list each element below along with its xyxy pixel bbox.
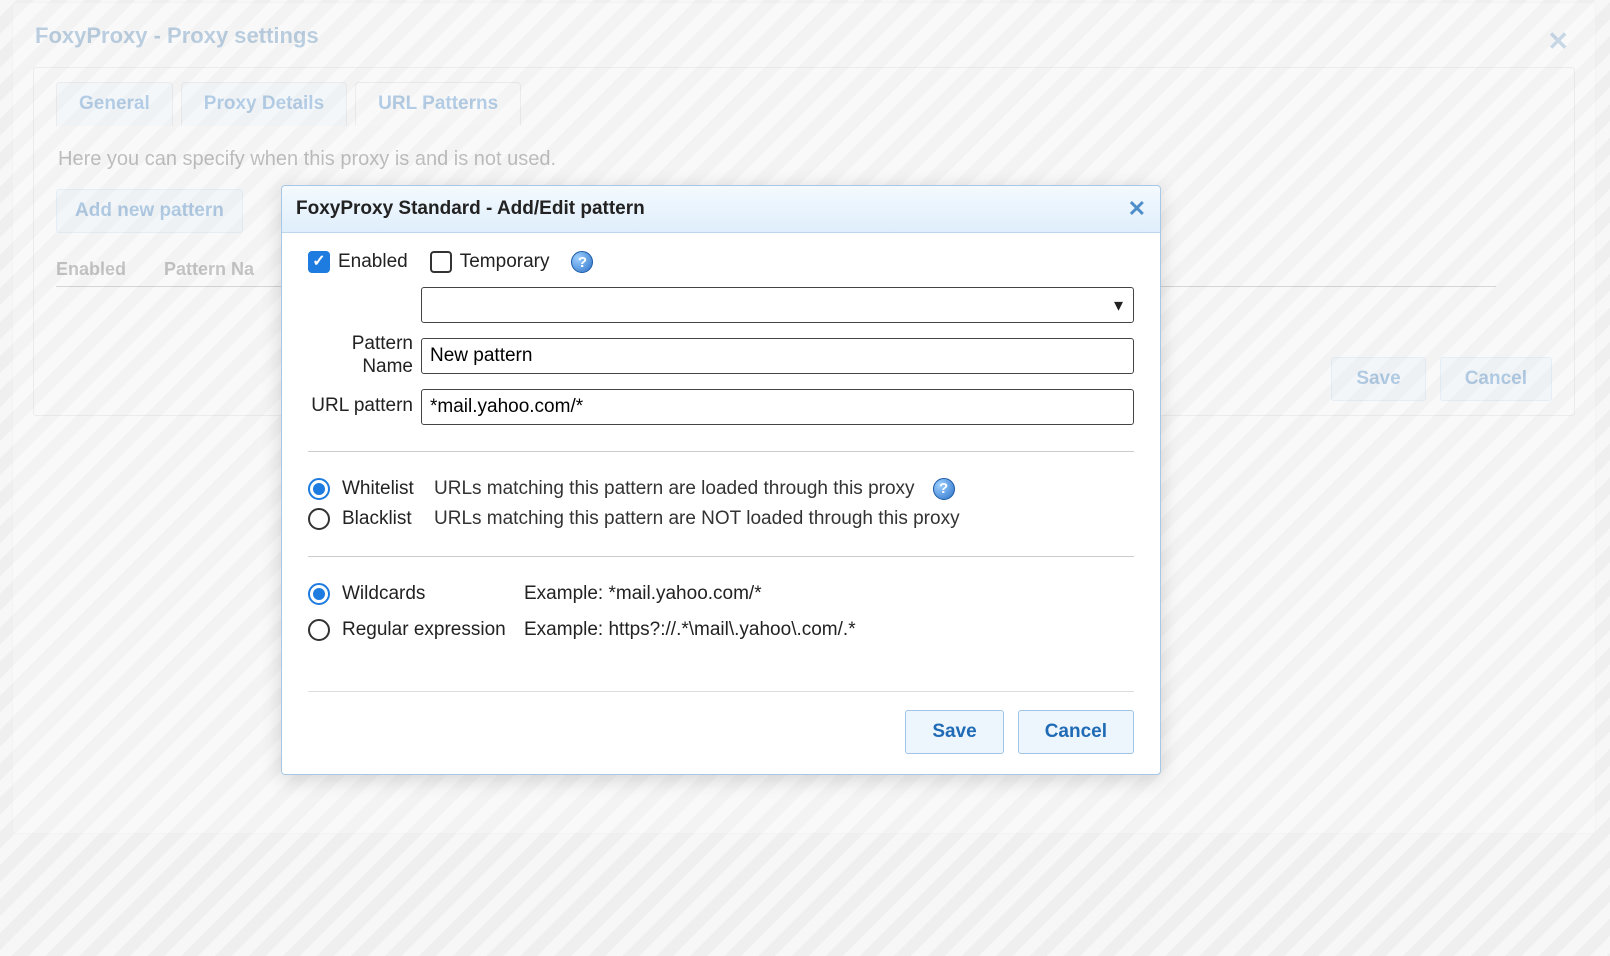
tab-general[interactable]: General — [56, 82, 173, 126]
regex-example: Example: https?://.*\mail\.yahoo\.com/.* — [524, 619, 1134, 641]
url-pattern-label: URL pattern — [308, 395, 413, 418]
url-pattern-input[interactable] — [421, 389, 1134, 425]
modal-title: FoxyProxy Standard - Add/Edit pattern — [296, 198, 645, 220]
add-edit-pattern-dialog: FoxyProxy Standard - Add/Edit pattern ✕ … — [281, 185, 1161, 775]
whitelist-description: URLs matching this pattern are loaded th… — [434, 478, 915, 500]
save-button[interactable]: Save — [905, 710, 1003, 754]
regex-label: Regular expression — [342, 619, 506, 641]
dialog-title: FoxyProxy - Proxy settings — [33, 15, 319, 67]
wildcards-label: Wildcards — [342, 583, 425, 605]
bg-cancel-button[interactable]: Cancel — [1440, 357, 1552, 401]
wildcards-radio[interactable] — [308, 583, 330, 605]
cancel-button[interactable]: Cancel — [1018, 710, 1134, 754]
blacklist-description: URLs matching this pattern are NOT loade… — [434, 508, 960, 530]
help-icon[interactable]: ? — [571, 251, 593, 273]
blacklist-label: Blacklist — [342, 508, 422, 530]
tab-proxy-details[interactable]: Proxy Details — [181, 82, 347, 126]
temporary-label: Temporary — [460, 251, 550, 273]
pattern-name-input[interactable] — [421, 338, 1134, 374]
tab-url-patterns[interactable]: URL Patterns — [355, 82, 521, 126]
temporary-checkbox[interactable] — [430, 251, 452, 273]
add-new-pattern-button[interactable]: Add new pattern — [56, 189, 243, 233]
wildcards-example: Example: *mail.yahoo.com/* — [524, 583, 1134, 605]
enabled-label: Enabled — [338, 251, 408, 273]
col-enabled: Enabled — [56, 259, 126, 280]
col-pattern-name: Pattern Na — [164, 259, 254, 280]
regex-radio[interactable] — [308, 619, 330, 641]
whitelist-radio[interactable] — [308, 478, 330, 500]
pattern-select[interactable]: ▾ — [421, 287, 1134, 323]
blacklist-radio[interactable] — [308, 508, 330, 530]
whitelist-label: Whitelist — [342, 478, 422, 500]
close-icon[interactable]: ✕ — [1128, 196, 1146, 222]
pattern-name-label: Pattern Name — [308, 333, 413, 379]
bg-save-button[interactable]: Save — [1331, 357, 1425, 401]
tab-description: Here you can specify when this proxy is … — [58, 148, 1550, 171]
help-icon[interactable]: ? — [933, 478, 955, 500]
close-icon[interactable]: ✕ — [1547, 26, 1575, 57]
tabs: General Proxy Details URL Patterns — [56, 82, 1552, 126]
enabled-checkbox[interactable] — [308, 251, 330, 273]
chevron-down-icon: ▾ — [1114, 295, 1123, 316]
